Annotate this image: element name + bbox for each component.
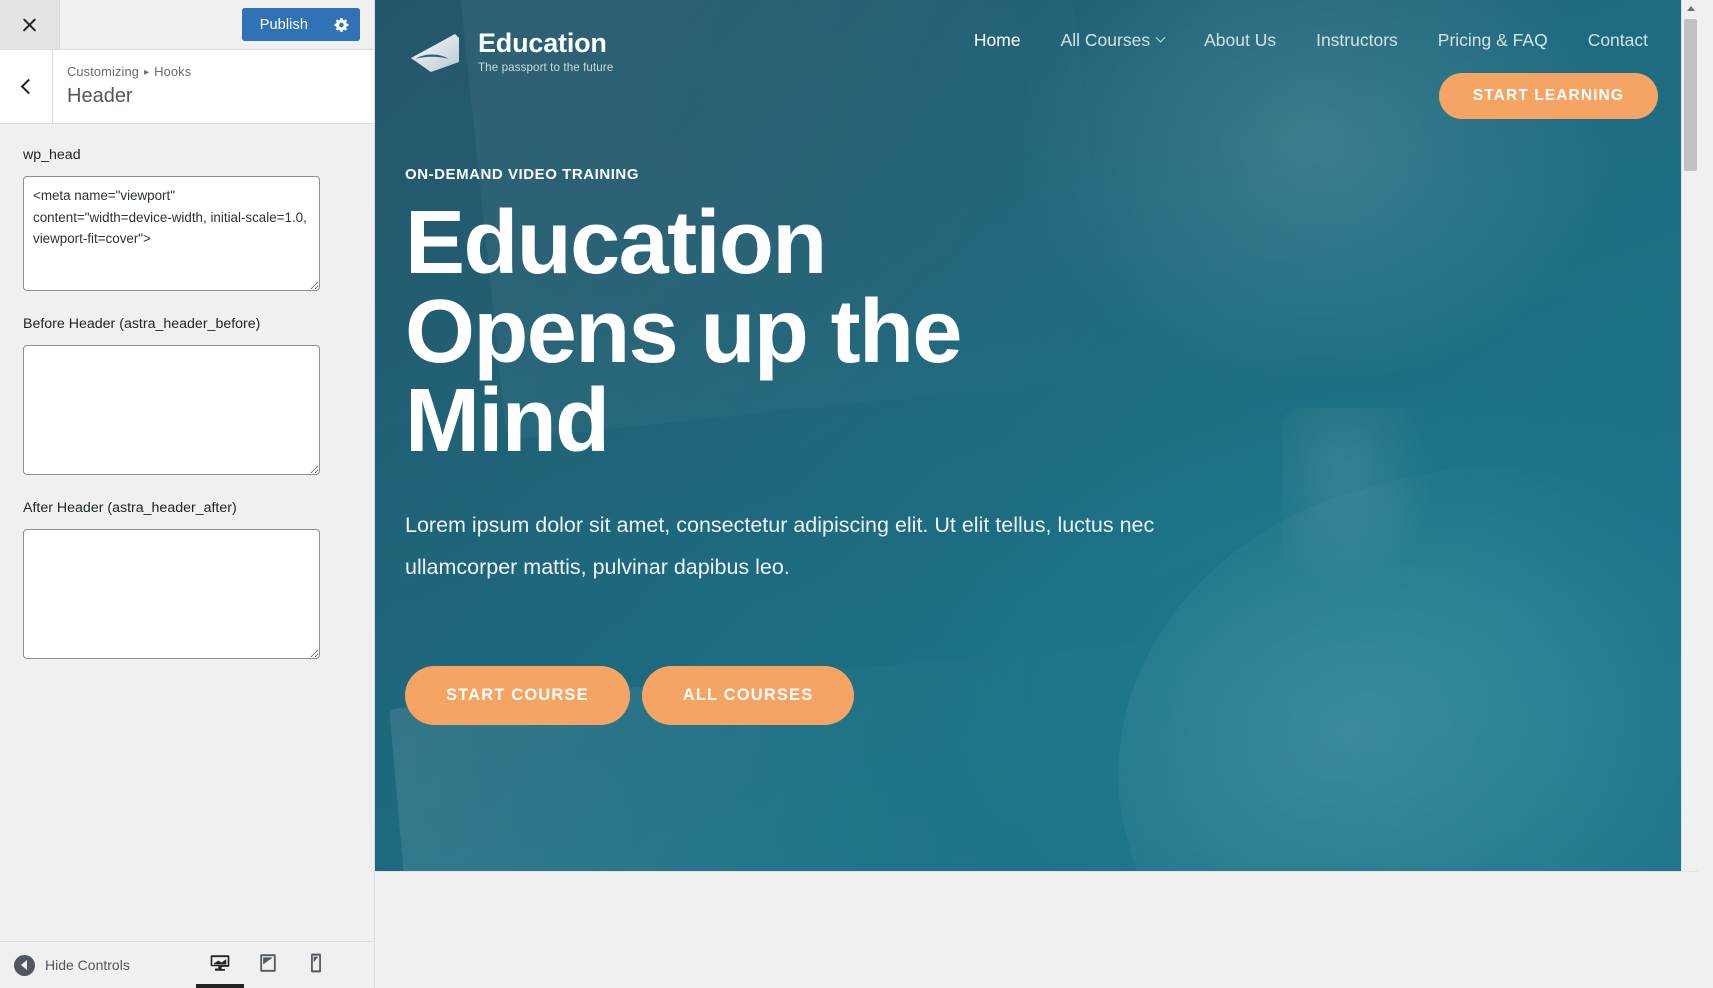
start-course-button[interactable]: START COURSE	[405, 666, 630, 726]
hero-title-line-1: Education	[405, 193, 827, 293]
close-icon	[21, 16, 38, 33]
control-after-header: After Header (astra_header_after)	[23, 499, 351, 659]
panel-header-titles: Customizing ▸ Hooks Header	[53, 50, 191, 123]
nav-item-all-courses[interactable]: All Courses	[1041, 24, 1184, 57]
page-title: Header	[67, 85, 133, 107]
collapse-triangle	[20, 960, 27, 970]
tablet-icon	[260, 954, 276, 972]
nav-item-about-us[interactable]: About Us	[1184, 24, 1296, 57]
control-wp-head: wp_head	[23, 146, 351, 291]
mobile-icon	[311, 953, 321, 973]
desktop-icon	[210, 955, 230, 971]
hero-title-line-2: Opens up the	[405, 282, 962, 383]
nav-item-pricing-faq-label: Pricing & FAQ	[1437, 30, 1548, 50]
hero-content: ON-DEMAND VIDEO TRAINING Education Opens…	[375, 119, 1435, 726]
gear-icon	[334, 17, 349, 32]
hide-controls-button[interactable]: Hide Controls	[14, 954, 130, 976]
logo-tagline: The passport to the future	[478, 61, 614, 75]
hero-description: Lorem ipsum dolor sit amet, consectetur …	[405, 513, 1155, 580]
preview-bottom-strip	[375, 888, 1713, 988]
wp-head-textarea[interactable]	[23, 175, 320, 291]
primary-navigation: Home All Courses About Us Instructors Pr…	[954, 24, 1668, 57]
logo-name: Education	[478, 28, 607, 59]
all-courses-button[interactable]: ALL COURSES	[641, 666, 855, 726]
before-header-textarea[interactable]	[23, 344, 320, 475]
hero-title: Education Opens up the Mind	[405, 198, 1405, 466]
close-customizer-button[interactable]	[0, 0, 60, 49]
customizer-footer: Hide Controls	[0, 941, 374, 988]
hero-eyebrow: ON-DEMAND VIDEO TRAINING	[405, 166, 640, 183]
customizer-topbar: Publish	[0, 0, 374, 50]
nav-item-contact[interactable]: Contact	[1568, 24, 1668, 57]
breadcrumb-separator-icon: ▸	[144, 67, 150, 78]
device-preview-switcher	[196, 942, 340, 988]
start-learning-button[interactable]: START LEARNING	[1438, 73, 1658, 119]
publish-button[interactable]: Publish	[241, 8, 324, 41]
back-button[interactable]	[0, 50, 53, 123]
collapse-left-icon	[14, 954, 35, 976]
site-logo[interactable]: Education The passport to the future	[405, 28, 613, 76]
nav-item-contact-label: Contact	[1587, 30, 1648, 50]
breadcrumb-root: Customizing	[67, 64, 140, 79]
nav-item-home-label: Home	[973, 30, 1021, 50]
nav-item-instructors-label: Instructors	[1316, 30, 1398, 50]
publish-button-group: Publish	[241, 8, 360, 41]
nav-item-about-us-label: About Us	[1204, 30, 1277, 50]
customizer-sidebar: Publish Customizing ▸ Hooks Header wp_he…	[0, 0, 375, 988]
site-header: Education The passport to the future Hom…	[375, 0, 1698, 119]
control-before-header: Before Header (astra_header_before)	[23, 315, 351, 475]
nav-item-all-courses-label: All Courses	[1060, 30, 1151, 50]
preview-iframe[interactable]: Education The passport to the future Hom…	[375, 0, 1698, 888]
customizer-controls: wp_head Before Header (astra_header_befo…	[0, 124, 374, 941]
site-preview-pane: Education The passport to the future Hom…	[375, 0, 1713, 988]
chevron-left-icon	[20, 78, 36, 95]
device-mobile-button[interactable]	[292, 942, 340, 988]
control-label-before-header: Before Header (astra_header_before)	[23, 315, 261, 332]
device-desktop-button[interactable]	[196, 942, 244, 988]
device-tablet-button[interactable]	[244, 942, 292, 988]
preview-vertical-scrollbar[interactable]	[1681, 0, 1698, 888]
breadcrumb: Customizing ▸ Hooks	[67, 63, 191, 81]
publish-area: Publish	[241, 0, 374, 49]
control-label-wp-head: wp_head	[23, 147, 81, 163]
header-right: Home All Courses About Us Instructors Pr…	[954, 18, 1668, 119]
hero-cta-group: START COURSE ALL COURSES	[405, 666, 1405, 726]
nav-item-pricing-faq[interactable]: Pricing & FAQ	[1418, 24, 1568, 57]
hide-controls-label: Hide Controls	[45, 957, 130, 973]
graduation-logo-icon	[411, 34, 459, 72]
preview-horizontal-scrollbar[interactable]	[375, 871, 1698, 888]
logo-text: Education The passport to the future	[478, 30, 613, 74]
nav-item-home[interactable]: Home	[954, 24, 1041, 57]
hero-section: Education The passport to the future Hom…	[375, 0, 1698, 888]
control-label-after-header: After Header (astra_header_after)	[23, 499, 237, 516]
chevron-down-icon	[1155, 32, 1166, 43]
hero-title-line-3: Mind	[405, 371, 610, 472]
breadcrumb-parent: Hooks	[154, 64, 192, 79]
publish-settings-button[interactable]	[324, 8, 360, 41]
nav-item-instructors[interactable]: Instructors	[1296, 24, 1418, 57]
after-header-textarea[interactable]	[23, 528, 320, 659]
customizer-screen: Publish Customizing ▸ Hooks Header wp_he…	[0, 0, 1713, 988]
panel-header: Customizing ▸ Hooks Header	[0, 50, 374, 124]
